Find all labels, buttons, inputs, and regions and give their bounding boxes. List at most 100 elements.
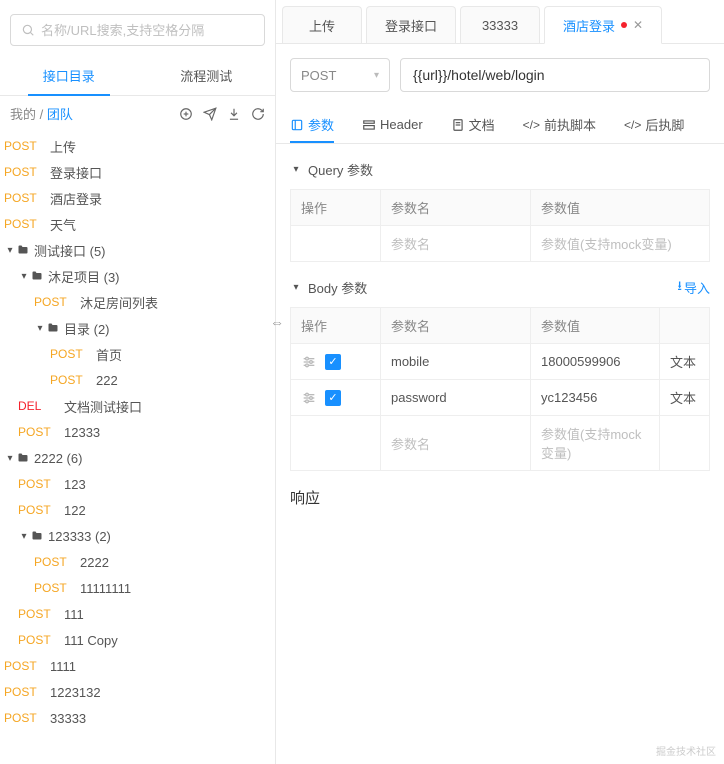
add-icon[interactable] <box>179 107 193 121</box>
tree-folder[interactable]: ▾目录 (2) <box>0 315 275 341</box>
close-icon[interactable]: ✕ <box>633 18 643 32</box>
param-name-cell[interactable]: password <box>381 380 531 416</box>
url-input[interactable] <box>400 58 710 92</box>
method-badge: POST <box>4 165 42 179</box>
param-type-cell[interactable]: 文本 <box>660 344 710 380</box>
param-name-placeholder[interactable]: 参数名 <box>381 416 531 471</box>
tree-api-item[interactable]: POST123 <box>0 471 275 497</box>
import-icon: ⭳ <box>677 277 682 299</box>
subtab-doc[interactable]: 文档 <box>451 106 495 143</box>
tree-label: 33333 <box>50 711 86 726</box>
settings-icon[interactable] <box>301 354 317 370</box>
query-section-toggle[interactable]: ▾ Query 参数 <box>290 154 710 185</box>
tree-label: 沐足项目 (3) <box>48 267 120 286</box>
tree-label: 111 Copy <box>64 633 118 648</box>
api-tree: POST上传POST登录接口POST酒店登录POST天气▾测试接口 (5)▾沐足… <box>0 131 275 764</box>
caret-down-icon: ▾ <box>290 164 302 175</box>
col-value: 参数值 <box>531 190 710 226</box>
method-badge: POST <box>18 425 56 439</box>
caret-icon: ▾ <box>4 453 16 464</box>
checkbox-checked[interactable]: ✓ <box>325 354 341 370</box>
checkbox-checked[interactable]: ✓ <box>325 390 341 406</box>
caret-icon: ▾ <box>18 531 30 542</box>
tree-api-item[interactable]: POST1223132 <box>0 679 275 705</box>
tree-label: 111 <box>64 607 84 622</box>
tree-label: 首页 <box>96 345 122 364</box>
send-icon[interactable] <box>203 107 217 121</box>
search-input[interactable] <box>41 23 254 38</box>
tree-api-item[interactable]: POST 首页 <box>0 341 275 367</box>
tree-api-item[interactable]: POST沐足房间列表 <box>0 289 275 315</box>
tab-flow-test[interactable]: 流程测试 <box>138 56 276 95</box>
crumb-team[interactable]: 团队 <box>47 107 73 122</box>
refresh-icon[interactable] <box>251 107 265 121</box>
resize-handle-icon[interactable]: ⇔ <box>270 314 284 330</box>
dirty-dot-icon <box>621 22 627 28</box>
tree-api-item[interactable]: POST2222 <box>0 549 275 575</box>
param-value-placeholder[interactable]: 参数值(支持mock变量) <box>531 416 660 471</box>
param-value-cell[interactable]: 18000599906 <box>531 344 660 380</box>
col-type <box>660 308 710 344</box>
tree-api-item[interactable]: POST登录接口 <box>0 159 275 185</box>
subtab-pre-script[interactable]: </> 前执脚本 <box>523 106 596 143</box>
tree-api-item[interactable]: POST111 Copy <box>0 627 275 653</box>
param-value-cell[interactable]: yc123456 <box>531 380 660 416</box>
body-section-toggle[interactable]: ▾ Body 参数 <box>290 272 367 303</box>
sidebar: 接口目录 流程测试 我的 / 团队 POST上传POST登录接口POST酒店登录… <box>0 0 276 764</box>
editor-tab[interactable]: 酒店登录✕ <box>544 6 662 44</box>
tree-api-item[interactable]: POST 上传 <box>0 133 275 159</box>
method-badge: POST <box>4 191 42 205</box>
subtab-header[interactable]: Header <box>362 106 423 143</box>
import-button[interactable]: ⭳ 导入 <box>677 277 710 299</box>
tree-label: 123 <box>64 477 86 492</box>
caret-icon: ▾ <box>34 323 46 334</box>
editor-tab[interactable]: 登录接口 <box>366 6 456 43</box>
tree-folder[interactable]: ▾ 2222 (6) <box>0 445 275 471</box>
col-ops: 操作 <box>291 190 381 226</box>
method-badge: POST <box>50 347 88 361</box>
tree-api-item[interactable]: POST1111 <box>0 653 275 679</box>
body-row: ✓ passwordyc123456文本 <box>291 380 710 416</box>
tree-api-item[interactable]: POST天气 <box>0 211 275 237</box>
tab-api-directory[interactable]: 接口目录 <box>0 56 138 95</box>
subtab-params[interactable]: 参数 <box>290 106 334 143</box>
download-icon[interactable] <box>227 107 241 121</box>
caret-icon: ▾ <box>18 271 30 282</box>
method-badge: POST <box>4 685 42 699</box>
editor-tab[interactable]: 33333 <box>460 6 540 43</box>
search-input-wrap[interactable] <box>10 14 265 46</box>
tree-label: 12333 <box>64 425 100 440</box>
body-empty-row[interactable]: 参数名参数值(支持mock变量) <box>291 416 710 471</box>
subtab-post-script[interactable]: </> 后执脚 <box>624 106 684 143</box>
method-badge: POST <box>34 295 72 309</box>
settings-icon[interactable] <box>301 390 317 406</box>
doc-icon <box>451 118 465 132</box>
tree-api-item[interactable]: POST111 <box>0 601 275 627</box>
tree-api-item[interactable]: POST11111111 <box>0 575 275 601</box>
method-badge: POST <box>34 555 72 569</box>
sidebar-tabs: 接口目录 流程测试 <box>0 56 275 96</box>
http-method-select[interactable]: POST ▾ <box>290 58 390 92</box>
tree-label: 酒店登录 <box>50 189 102 208</box>
tree-api-item[interactable]: POST 酒店登录 <box>0 185 275 211</box>
tree-api-item[interactable]: POST33333 <box>0 705 275 731</box>
tree-api-item[interactable]: POST222 <box>0 367 275 393</box>
folder-icon <box>30 530 44 542</box>
param-name-cell[interactable]: mobile <box>381 344 531 380</box>
tree-folder[interactable]: ▾123333 (2) <box>0 523 275 549</box>
breadcrumb: 我的 / 团队 <box>10 104 73 123</box>
editor-tab[interactable]: 上传 <box>282 6 362 43</box>
query-empty-row[interactable]: 参数名 参数值(支持mock变量) <box>291 226 710 262</box>
param-type-cell[interactable]: 文本 <box>660 380 710 416</box>
tree-folder[interactable]: ▾测试接口 (5) <box>0 237 275 263</box>
method-badge: DEL <box>18 399 56 413</box>
tree-api-item[interactable]: DEL文档测试接口 <box>0 393 275 419</box>
tree-label: 11111111 <box>80 581 131 596</box>
tree-folder[interactable]: ▾ 沐足项目 (3) <box>0 263 275 289</box>
method-badge: POST <box>4 139 42 153</box>
tree-api-item[interactable]: POST 12333 <box>0 419 275 445</box>
tree-label: 2222 (6) <box>34 451 82 466</box>
tree-api-item[interactable]: POST122 <box>0 497 275 523</box>
tree-label: 1111 <box>50 659 76 674</box>
tree-label: 上传 <box>50 137 76 156</box>
